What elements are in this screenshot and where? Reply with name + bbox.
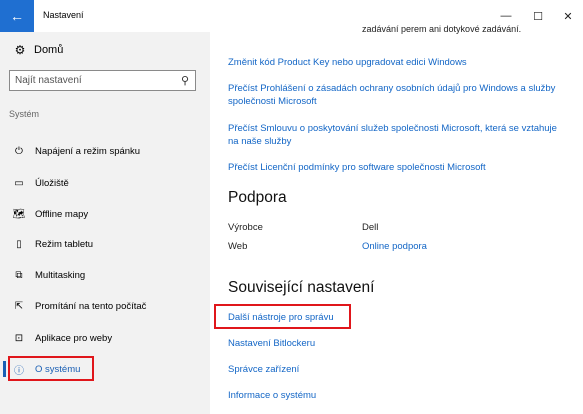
active-indicator: [3, 361, 6, 377]
search-placeholder: Najít nastavení: [15, 75, 82, 86]
sidebar-item-label: Úložiště: [35, 177, 69, 189]
sidebar: ⚙ Domů Najít nastavení ⚲ Systém ⏻ Napáje…: [0, 32, 210, 414]
window-title: Nastavení: [43, 10, 84, 20]
related-settings-heading: Související nastavení: [228, 279, 375, 296]
sidebar-item-projecting[interactable]: ⇱ Promítání na tento počítač: [0, 292, 210, 320]
projecting-icon: ⇱: [14, 300, 24, 312]
link-privacy-statement[interactable]: Přečíst Prohlášení o zásadách ochrany os…: [228, 82, 558, 108]
storage-icon: ▭: [14, 177, 24, 189]
main-content: zadávání perem ani dotykové zadávání. Zm…: [210, 24, 583, 414]
power-icon: ⏻: [15, 145, 23, 157]
sidebar-item-offline-maps[interactable]: 🗺 Offline mapy: [0, 200, 210, 228]
truncated-description: zadávání perem ani dotykové zadávání.: [362, 24, 522, 34]
back-arrow-icon: ←: [10, 8, 24, 24]
sidebar-item-tablet-mode[interactable]: ▯ Režim tabletu: [0, 230, 210, 258]
back-button[interactable]: ←: [0, 0, 34, 32]
support-heading: Podpora: [228, 189, 287, 206]
close-button[interactable]: ✕: [553, 6, 583, 26]
gear-icon: ⚙: [14, 43, 26, 57]
minimize-icon: —: [500, 10, 512, 22]
sidebar-item-label: Multitasking: [35, 269, 86, 281]
sidebar-item-label: Napájení a režim spánku: [35, 145, 141, 157]
web-label: Web: [228, 241, 248, 252]
link-services-agreement[interactable]: Přečíst Smlouvu o poskytování služeb spo…: [228, 122, 558, 148]
home-label: Domů: [34, 44, 64, 56]
sidebar-item-label: Režim tabletu: [35, 238, 94, 250]
map-icon: 🗺: [12, 208, 26, 220]
search-icon: ⚲: [180, 75, 189, 87]
web-apps-icon: ⊡: [14, 332, 24, 344]
manufacturer-label: Výrobce: [228, 222, 263, 233]
close-icon: ✕: [563, 10, 573, 23]
link-device-manager[interactable]: Správce zařízení: [228, 363, 299, 376]
multitasking-icon: ⧉: [15, 269, 23, 281]
sidebar-item-label: Aplikace pro weby: [35, 332, 113, 344]
link-bitlocker-settings[interactable]: Nastavení Bitlockeru: [228, 337, 315, 350]
maximize-icon: ☐: [533, 10, 543, 23]
sidebar-home[interactable]: ⚙ Domů: [13, 43, 64, 57]
manufacturer-value: Dell: [362, 222, 379, 233]
section-label: Systém: [9, 109, 40, 119]
highlight-box-admin-tools: [214, 304, 351, 329]
search-input[interactable]: Najít nastavení ⚲: [9, 70, 196, 91]
link-change-product-key[interactable]: Změnit kód Product Key nebo upgradovat e…: [228, 56, 558, 69]
sidebar-item-multitasking[interactable]: ⧉ Multitasking: [0, 261, 210, 289]
highlight-box-about: [8, 356, 94, 381]
sidebar-item-web-apps[interactable]: ⊡ Aplikace pro weby: [0, 324, 210, 352]
link-system-info[interactable]: Informace o systému: [228, 389, 316, 402]
sidebar-item-power-sleep[interactable]: ⏻ Napájení a režim spánku: [0, 137, 210, 165]
link-online-support[interactable]: Online podpora: [362, 240, 427, 253]
link-license-terms[interactable]: Přečíst Licenční podmínky pro software s…: [228, 161, 558, 174]
sidebar-item-label: Offline mapy: [35, 208, 89, 220]
sidebar-item-label: Promítání na tento počítač: [35, 300, 147, 312]
sidebar-item-storage[interactable]: ▭ Úložiště: [0, 169, 210, 197]
tablet-icon: ▯: [16, 238, 22, 250]
